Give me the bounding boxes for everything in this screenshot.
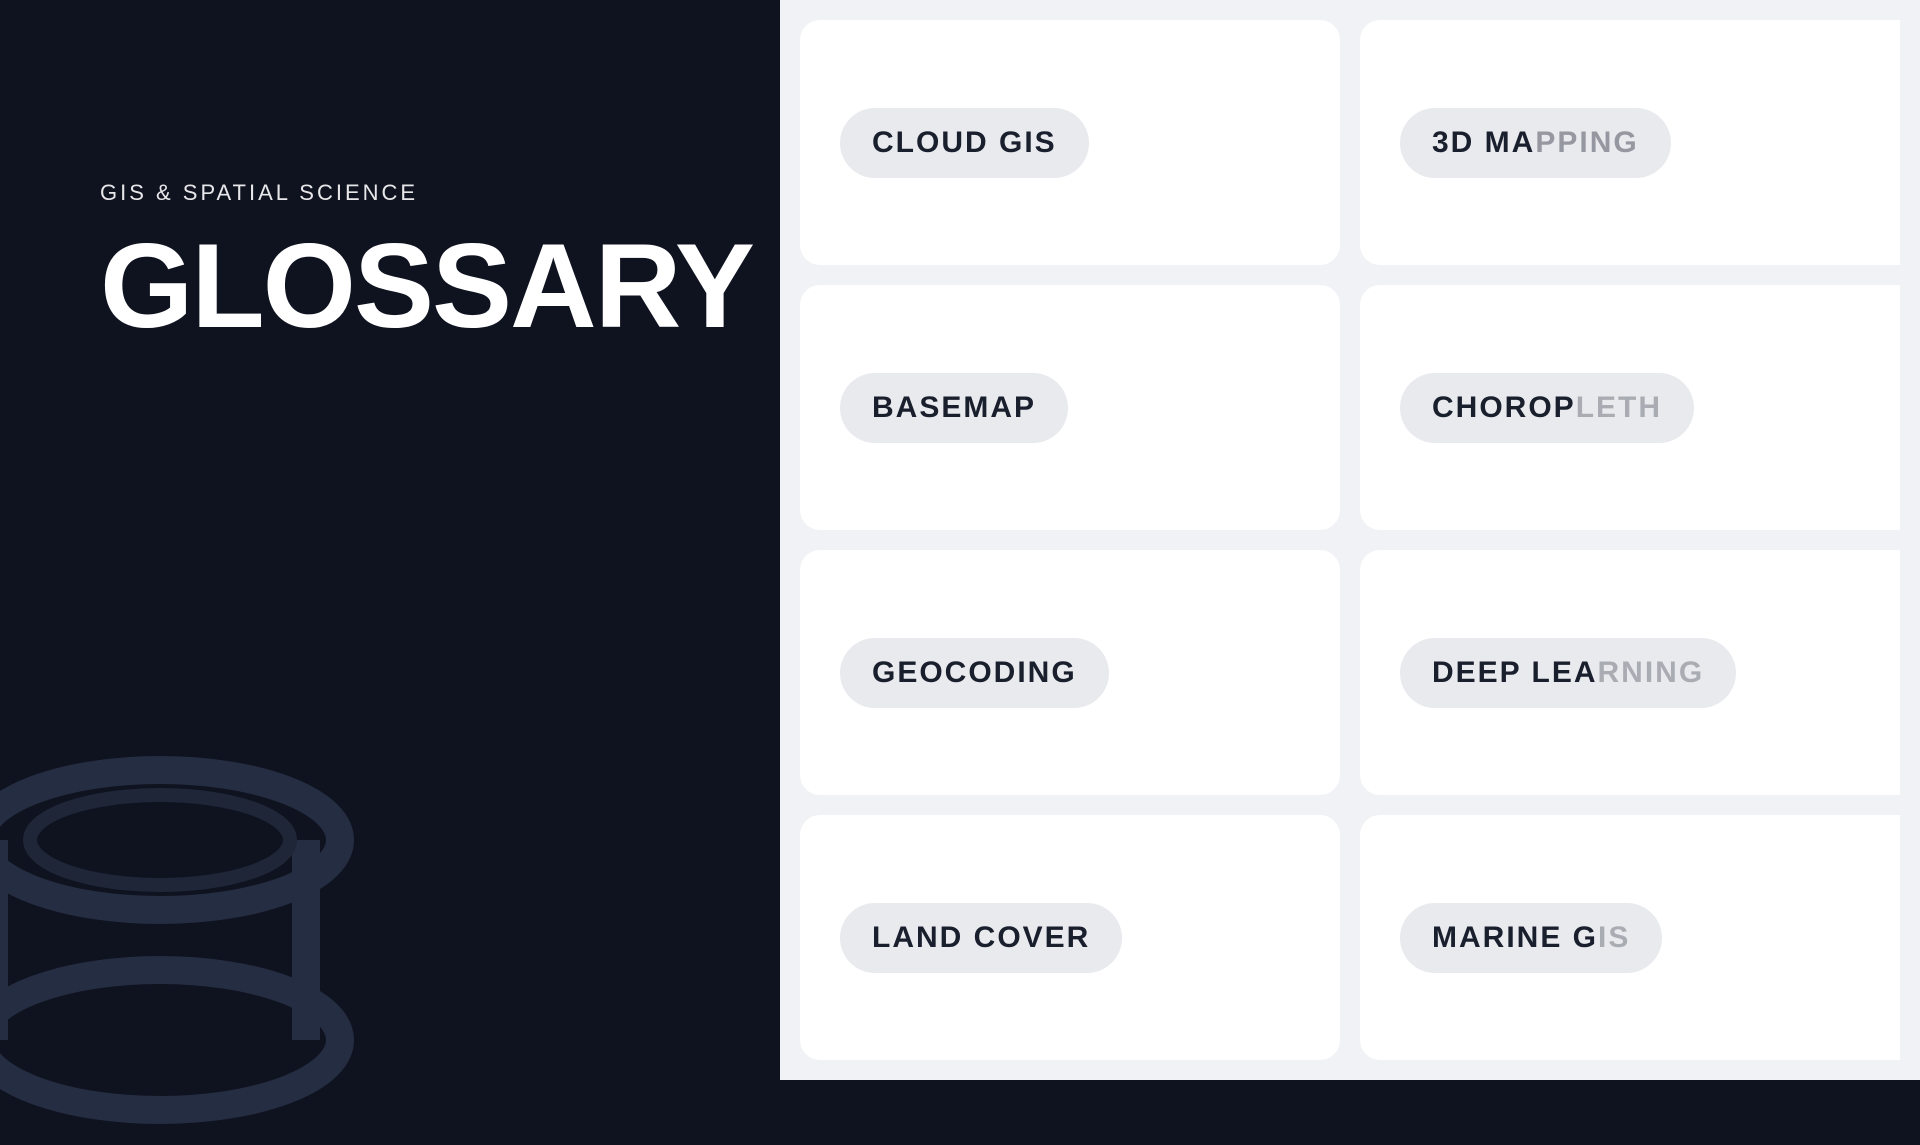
- card-deep-learning[interactable]: DEEP LEARNING: [1360, 550, 1900, 795]
- card-label-text-geocoding: GEOCODING: [872, 656, 1077, 689]
- card-label-text-cloud-gis: CLOUD GIS: [872, 126, 1057, 159]
- card-label-text-choropleth: CHOROPLETH: [1432, 391, 1662, 424]
- card-cloud-gis[interactable]: CLOUD GIS: [800, 20, 1340, 265]
- card-choropleth[interactable]: CHOROPLETH: [1360, 285, 1900, 530]
- card-label-text-deep-learning: DEEP LEARNING: [1432, 656, 1704, 689]
- right-panel: CLOUD GIS 3D MAPPING BASEMAP CHOROPLETH …: [780, 0, 1920, 1080]
- card-label-text-3d-mapping: 3D MAPPING: [1432, 126, 1639, 159]
- left-panel: GIS & SPATIAL SCIENCE GLOSSARY: [0, 0, 780, 1080]
- decorative-circle: [0, 680, 400, 1140]
- card-geocoding[interactable]: GEOCODING: [800, 550, 1340, 795]
- card-basemap[interactable]: BASEMAP: [800, 285, 1340, 530]
- card-label-3d-mapping: 3D MAPPING: [1400, 108, 1671, 178]
- card-land-cover[interactable]: LAND COVER: [800, 815, 1340, 1060]
- main-title: GLOSSARY: [100, 226, 700, 346]
- card-label-text-land-cover: LAND COVER: [872, 921, 1090, 954]
- card-marine[interactable]: MARINE GIS: [1360, 815, 1900, 1060]
- card-label-land-cover: LAND COVER: [840, 903, 1122, 973]
- card-label-cloud-gis: CLOUD GIS: [840, 108, 1089, 178]
- card-label-text-basemap: BASEMAP: [872, 391, 1036, 424]
- card-3d-mapping[interactable]: 3D MAPPING: [1360, 20, 1900, 265]
- card-label-marine: MARINE GIS: [1400, 903, 1662, 973]
- subtitle: GIS & SPATIAL SCIENCE: [100, 180, 700, 206]
- card-label-geocoding: GEOCODING: [840, 638, 1109, 708]
- card-label-basemap: BASEMAP: [840, 373, 1068, 443]
- card-label-choropleth: CHOROPLETH: [1400, 373, 1694, 443]
- card-label-text-marine: MARINE GIS: [1432, 921, 1630, 954]
- card-label-deep-learning: DEEP LEARNING: [1400, 638, 1736, 708]
